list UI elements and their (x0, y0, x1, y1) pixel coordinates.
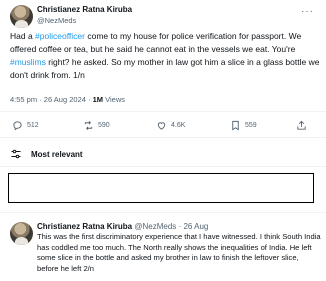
bookmark-button[interactable]: 559 (230, 117, 257, 133)
reply-author-name[interactable]: Christianez Ratna Kiruba (37, 222, 132, 231)
tweet-meta: 4:55 pm · 26 Aug 2024 · 1M Views (10, 95, 125, 104)
tweet-actions: 512 590 4.6K 559 (0, 117, 326, 135)
separator-dot: · (178, 222, 182, 231)
reply-author-avatar[interactable] (10, 222, 33, 245)
sort-label: Most relevant (31, 149, 83, 159)
sort-replies-button[interactable]: Most relevant (10, 144, 83, 164)
hashtag-link[interactable]: #muslims (10, 57, 46, 67)
repost-icon (84, 120, 93, 130)
divider (0, 137, 326, 138)
redacted-box (8, 173, 314, 203)
heart-icon (157, 121, 166, 130)
divider (0, 212, 326, 213)
like-button[interactable]: 4.6K (156, 117, 185, 133)
share-icon (297, 120, 306, 130)
bookmark-count: 559 (245, 121, 257, 129)
author-avatar[interactable] (10, 5, 33, 28)
tweet-time[interactable]: 4:55 pm (10, 95, 37, 104)
hashtag-link[interactable]: #policeofficer (35, 31, 85, 41)
reply-date[interactable]: 26 Aug (183, 222, 208, 231)
tweet-text: Had a #policeofficer come to my house fo… (10, 30, 320, 82)
author-handle[interactable]: @NezMeds (37, 16, 76, 25)
sliders-icon (11, 149, 21, 159)
tweet-date[interactable]: 26 Aug 2024 (44, 95, 86, 104)
reply-icon (13, 120, 22, 131)
bookmark-icon (232, 120, 239, 130)
divider (0, 111, 326, 112)
reply-count: 512 (27, 121, 39, 129)
tweet-text-part: Had a (10, 31, 36, 41)
like-count: 4.6K (171, 121, 186, 129)
author-name[interactable]: Christianez Ratna Kiruba (37, 5, 132, 14)
more-options-icon[interactable]: ··· (301, 6, 314, 17)
reply-button[interactable]: 512 (12, 117, 39, 133)
tweet-text-part: right? he asked. So my mother in law got… (10, 57, 320, 80)
repost-button[interactable]: 590 (83, 117, 110, 133)
reply-author-line: Christianez Ratna Kiruba @NezMeds · 26 A… (37, 222, 208, 231)
reply-text: This was the first discriminatory experi… (37, 232, 321, 273)
views-count: 1M (92, 95, 104, 104)
reply-author-handle[interactable]: @NezMeds (134, 222, 176, 231)
views-label: Views (105, 95, 126, 104)
divider (0, 166, 326, 167)
share-button[interactable] (296, 117, 307, 133)
repost-count: 590 (98, 121, 110, 129)
